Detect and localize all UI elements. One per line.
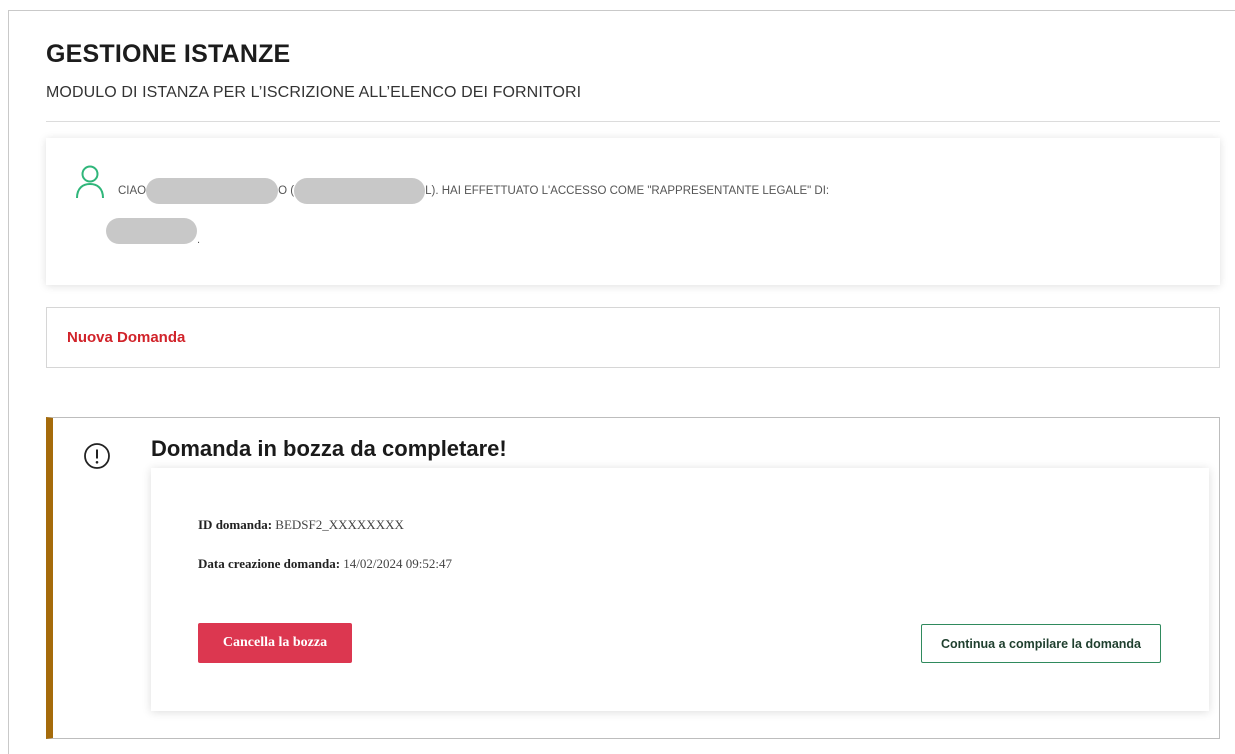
redacted-user-code: [294, 178, 426, 204]
page-subtitle: MODULO DI ISTANZA PER L’ISCRIZIONE ALL’E…: [46, 84, 582, 101]
application-id-label: ID domanda:: [198, 517, 273, 532]
greeting-suffix: L). HAI EFFETTUATO L'ACCESSO COME "RAPPR…: [425, 185, 830, 197]
greeting-text: CIAO O ( L). HAI EFFETTUATO L'ACCESSO CO…: [118, 178, 829, 204]
cancel-draft-button[interactable]: Cancella la bozza: [198, 623, 352, 663]
greeting-mid: O (: [278, 185, 295, 197]
user-info-card: CIAO O ( L). HAI EFFETTUATO L'ACCESSO CO…: [46, 138, 1220, 285]
greeting-prefix: CIAO: [118, 185, 147, 197]
application-id-value: BEDSF2_XXXXXXXX: [275, 517, 404, 532]
redacted-user-name: [146, 178, 279, 204]
alert-circle-icon: [84, 443, 110, 469]
redacted-organization: [106, 218, 197, 244]
creation-date-row: Data creazione domanda: 14/02/2024 09:52…: [198, 556, 452, 572]
application-id-row: ID domanda: BEDSF2_XXXXXXXX: [198, 517, 404, 533]
draft-details-card: ID domanda: BEDSF2_XXXXXXXX Data creazio…: [151, 468, 1209, 711]
creation-date-value: 14/02/2024 09:52:47: [343, 556, 452, 571]
draft-title: Domanda in bozza da completare!: [151, 436, 507, 461]
new-application-box: Nuova Domanda: [46, 307, 1220, 368]
continue-application-button[interactable]: Continua a compilare la domanda: [921, 624, 1161, 663]
page-title: GESTIONE ISTANZE: [46, 40, 291, 68]
title-divider: [46, 121, 1220, 122]
user-icon: [76, 165, 104, 199]
draft-application-panel: Domanda in bozza da completare! ID doman…: [46, 417, 1220, 739]
creation-date-label: Data creazione domanda:: [198, 556, 341, 571]
organization-suffix: .: [197, 234, 201, 246]
new-application-link[interactable]: Nuova Domanda: [67, 329, 185, 346]
